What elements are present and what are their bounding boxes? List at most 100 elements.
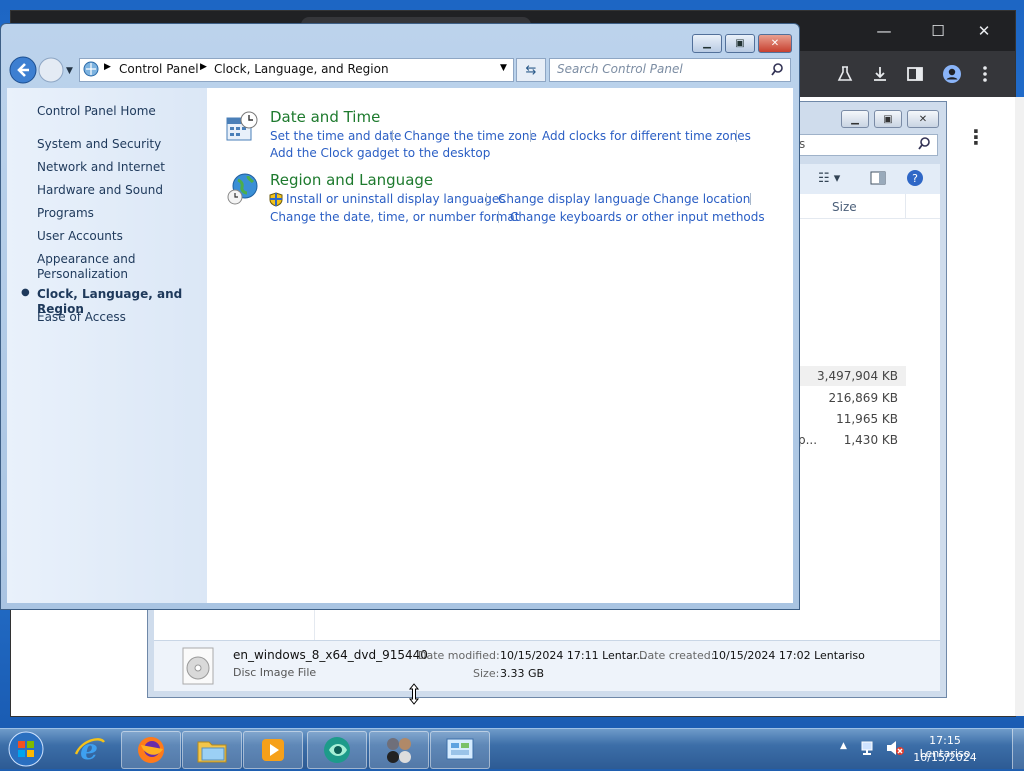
nav-control-panel-home[interactable]: Control Panel Home	[37, 104, 156, 119]
explorer-search-input[interactable]: s	[798, 134, 938, 156]
show-hidden-icons-chevron-icon[interactable]: ▲	[840, 741, 847, 751]
forward-button[interactable]	[38, 57, 64, 86]
nav-ease-of-access[interactable]: Ease of Access	[37, 310, 126, 325]
view-options-icon[interactable]: ☷ ▾	[818, 171, 840, 186]
address-dropdown-icon[interactable]: ▼	[500, 63, 507, 73]
nav-programs[interactable]: Programs	[37, 206, 94, 221]
category-region-and-language[interactable]: Region and Language	[270, 171, 433, 189]
network-icon[interactable]	[860, 740, 878, 759]
breadcrumb-separator-icon[interactable]: ▶	[200, 62, 207, 72]
details-size-value: 3.33 GB	[500, 667, 545, 680]
column-size[interactable]: Size	[832, 200, 857, 214]
recent-pages-chevron-icon[interactable]: ▼	[66, 66, 73, 76]
firefox-icon	[138, 737, 164, 763]
volume-muted-icon[interactable]	[885, 740, 905, 759]
explorer-toolbar: ☷ ▾ ?	[798, 164, 940, 194]
link-change-date-time-number-format[interactable]: Change the date, time, or number format	[270, 210, 519, 224]
taskbar: e ▲ 17:15 Lentariso 10/15/2024	[0, 728, 1024, 769]
details-modified-value: 10/15/2024 17:11 Lentar...	[500, 649, 647, 662]
profile-icon[interactable]	[936, 58, 968, 90]
address-bar[interactable]: ▶ Control Panel ▶ Clock, Language, and R…	[79, 58, 514, 82]
search-input[interactable]: Search Control Panel	[549, 58, 791, 82]
link-add-clocks[interactable]: Add clocks for different time zones	[542, 129, 751, 143]
cp-maximize-button[interactable]: ▣	[725, 34, 755, 53]
show-desktop-button[interactable]	[1012, 729, 1024, 769]
taskbar-app-people[interactable]	[369, 731, 429, 769]
search-icon	[917, 136, 931, 153]
globe-icon[interactable]	[226, 172, 260, 209]
cp-body: Control Panel Home System and Security N…	[7, 88, 793, 603]
file-size: 1,430 KB	[843, 433, 898, 447]
svg-text:e: e	[80, 733, 98, 766]
internet-explorer-icon[interactable]: e	[72, 732, 106, 769]
breadcrumb-clock-language-region[interactable]: Clock, Language, and Region	[214, 62, 389, 76]
app-green-icon	[324, 737, 350, 763]
breadcrumb-separator-icon[interactable]: ▶	[104, 62, 111, 72]
column-header: Size	[798, 194, 940, 219]
start-orb-icon[interactable]	[6, 730, 46, 771]
nav-network-and-internet[interactable]: Network and Internet	[37, 160, 165, 175]
file-size: 216,869 KB	[828, 391, 898, 405]
link-add-clock-gadget[interactable]: Add the Clock gadget to the desktop	[270, 146, 490, 160]
chrome-scrollbar[interactable]	[1015, 97, 1024, 716]
details-size-label: Size:	[473, 667, 500, 680]
category-date-and-time[interactable]: Date and Time	[270, 108, 380, 126]
details-modified-label: Date modified:	[418, 649, 500, 662]
nav-system-and-security[interactable]: System and Security	[37, 137, 161, 152]
breadcrumb-control-panel[interactable]: Control Panel	[119, 62, 199, 76]
taskbar-media-player[interactable]	[243, 731, 303, 769]
cp-minimize-button[interactable]: ▁	[692, 34, 722, 53]
sidebar-icon[interactable]	[899, 58, 931, 90]
file-size: 3,497,904 KB	[817, 369, 898, 383]
chrome-close-button[interactable]: ✕	[961, 11, 1007, 51]
control-panel-taskbar-icon	[446, 738, 474, 760]
refresh-button[interactable]: ⇆	[516, 58, 546, 82]
link-set-time-and-date[interactable]: Set the time and date	[270, 129, 401, 143]
link-change-display-language[interactable]: Change display language	[498, 192, 650, 206]
explorer-close-button[interactable]: ✕	[907, 110, 939, 128]
nav-user-accounts[interactable]: User Accounts	[37, 229, 123, 244]
details-created-value: 10/15/2024 17:02 Lentariso	[712, 649, 865, 662]
preview-pane-icon[interactable]	[870, 170, 886, 189]
control-panel-icon	[83, 61, 99, 80]
file-size: 11,965 KB	[836, 412, 898, 426]
taskbar-windows-explorer[interactable]	[182, 731, 242, 769]
taskbar-control-panel[interactable]	[430, 731, 490, 769]
folder-icon	[197, 741, 227, 763]
link-change-keyboards[interactable]: Change keyboards or other input methods	[510, 210, 765, 224]
taskbar-firefox[interactable]	[121, 731, 181, 769]
chrome-minimize-button[interactable]: —	[861, 11, 907, 51]
help-icon[interactable]: ?	[906, 169, 924, 190]
labs-icon[interactable]	[829, 58, 861, 90]
details-pane: en_windows_8_x64_dvd_915440 Disc Image F…	[154, 640, 940, 691]
nav-appearance-and-personalization[interactable]: Appearance and Personalization	[37, 252, 147, 282]
details-created-label: Date created:	[639, 649, 715, 662]
explorer-file-list: Size 3,497,904 KB 216,869 KB 11,965 KB p…	[798, 194, 940, 640]
download-icon[interactable]	[864, 58, 896, 90]
explorer-minimize-button[interactable]: ▁	[841, 110, 869, 128]
back-button[interactable]	[9, 56, 37, 87]
link-install-display-languages[interactable]: Install or uninstall display languages	[286, 192, 506, 206]
link-change-location[interactable]: Change location	[653, 192, 750, 206]
svg-text:?: ?	[912, 172, 918, 185]
control-panel-window: ▁ ▣ ✕ ▼ ▶ Control Panel ▶ Clock, Languag…	[0, 23, 800, 610]
active-bullet-icon: ●	[21, 287, 30, 298]
cp-navigation-pane: Control Panel Home System and Security N…	[7, 88, 207, 603]
details-file-type: Disc Image File	[233, 666, 317, 679]
menu-icon[interactable]	[969, 58, 1001, 90]
taskbar-app-green[interactable]	[307, 731, 367, 769]
disc-image-icon	[182, 647, 214, 688]
clock-date[interactable]: 10/15/2024	[913, 751, 977, 764]
cp-close-button[interactable]: ✕	[758, 34, 792, 53]
uac-shield-icon	[269, 192, 283, 210]
link-change-time-zone[interactable]: Change the time zone	[404, 129, 537, 143]
chrome-maximize-button[interactable]: ☐	[915, 11, 961, 51]
explorer-maximize-button[interactable]: ▣	[874, 110, 902, 128]
search-icon[interactable]	[770, 62, 784, 79]
page-menu-icon[interactable]: ⋮	[966, 125, 986, 149]
nav-hardware-and-sound[interactable]: Hardware and Sound	[37, 183, 163, 198]
media-player-icon	[262, 739, 284, 761]
date-time-icon[interactable]	[225, 110, 259, 147]
details-file-name: en_windows_8_x64_dvd_915440	[233, 648, 428, 662]
app-people-icon	[387, 738, 411, 763]
